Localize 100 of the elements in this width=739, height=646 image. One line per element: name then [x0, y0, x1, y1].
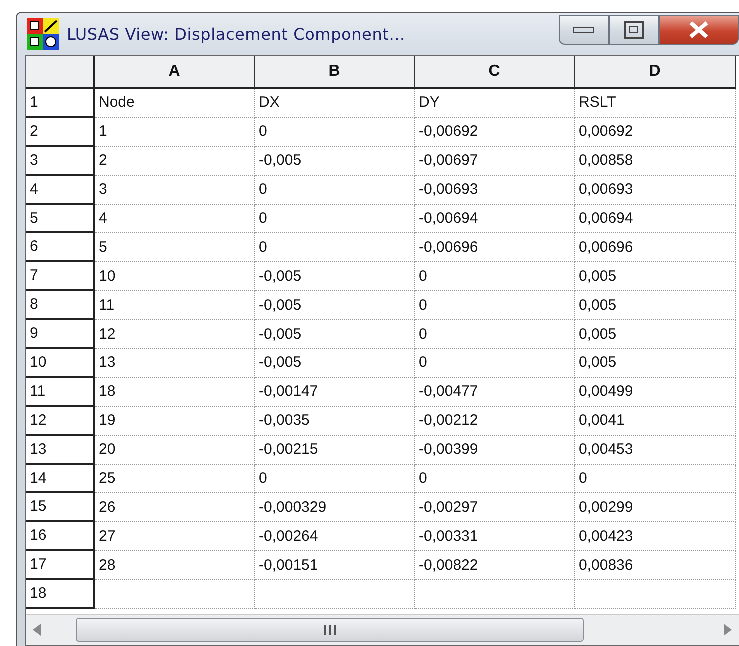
row-header[interactable]: 14 — [26, 464, 95, 494]
table-cell: -0,00696 — [415, 233, 575, 262]
table-cell: 19 — [95, 406, 255, 436]
table-cell: -0,00399 — [415, 436, 575, 465]
row-header[interactable]: 10 — [26, 349, 95, 378]
table-cell: RSLT — [575, 89, 736, 118]
table-cell: 0,005 — [575, 349, 736, 378]
table-cell: 0 — [415, 464, 575, 494]
table-cell: 0,00299 — [575, 493, 736, 522]
table-cell: 27 — [95, 522, 255, 552]
row-header[interactable]: 18 — [26, 580, 95, 610]
table-cell: -0,00297 — [415, 493, 575, 522]
grip-icon — [323, 624, 337, 636]
table-cell: -0,005 — [255, 320, 415, 350]
table-cell: 10 — [95, 262, 255, 292]
row-header[interactable]: 12 — [26, 406, 95, 436]
table-cell: -0,00264 — [255, 522, 415, 552]
table-cell: 4 — [95, 204, 255, 234]
table-cell: 20 — [95, 436, 255, 465]
table-cell: 5 — [95, 233, 255, 262]
table-cell: 0,00694 — [575, 204, 736, 234]
table-cell: -0,00151 — [255, 551, 415, 580]
table-cell: 28 — [95, 551, 255, 580]
table-cell: 0,005 — [575, 320, 736, 350]
maximize-icon — [624, 21, 644, 39]
table-cell: 0,00692 — [575, 118, 736, 147]
row-header[interactable]: 9 — [26, 320, 95, 350]
table-cell: 0 — [415, 262, 575, 292]
minimize-button[interactable] — [559, 15, 609, 45]
table-cell: -0,000329 — [255, 493, 415, 522]
column-header[interactable]: B — [255, 56, 415, 89]
row-header[interactable]: 1 — [26, 89, 95, 118]
row-header[interactable]: 13 — [26, 436, 95, 465]
table-cell: -0,00212 — [415, 406, 575, 436]
table-cell: -0,005 — [255, 262, 415, 292]
horizontal-scrollbar[interactable] — [26, 614, 739, 645]
table-cell: 0 — [255, 233, 415, 262]
table-cell: -0,00331 — [415, 522, 575, 552]
table-cell: -0,00694 — [415, 204, 575, 234]
row-header[interactable]: 4 — [26, 176, 95, 205]
row-header[interactable]: 3 — [26, 146, 95, 176]
table-cell: 0 — [575, 464, 736, 494]
app-logo-icon — [27, 18, 59, 50]
row-header[interactable]: 5 — [26, 204, 95, 234]
scrollbar-thumb[interactable] — [76, 618, 584, 642]
row-header[interactable]: 2 — [26, 118, 95, 147]
table-cell: -0,00822 — [415, 551, 575, 580]
table-cell: 0 — [255, 176, 415, 205]
column-header[interactable]: A — [95, 56, 255, 89]
table-cell: DX — [255, 89, 415, 118]
table-cell: 26 — [95, 493, 255, 522]
row-header[interactable]: 6 — [26, 233, 95, 262]
table-cell: -0,005 — [255, 146, 415, 176]
table-cell: -0,0035 — [255, 406, 415, 436]
table-cell: 25 — [95, 464, 255, 494]
row-header[interactable]: 11 — [26, 378, 95, 407]
table-cell: 0,005 — [575, 291, 736, 320]
table-cell: 0,00453 — [575, 436, 736, 465]
table-cell: 0,00858 — [575, 146, 736, 176]
table-cell: 2 — [95, 146, 255, 176]
table-cell: -0,00692 — [415, 118, 575, 147]
table-cell: -0,00477 — [415, 378, 575, 407]
table-cell: 0 — [255, 118, 415, 147]
table-cell: 0,00499 — [575, 378, 736, 407]
table-cell: 11 — [95, 291, 255, 320]
corner-header — [26, 56, 95, 89]
table-cell: DY — [415, 89, 575, 118]
window-title: LUSAS View: Displacement Component... — [67, 24, 406, 44]
row-header[interactable]: 7 — [26, 262, 95, 292]
table-cell: 0,00696 — [575, 233, 736, 262]
table-cell: 12 — [95, 320, 255, 350]
table-cell: 0 — [255, 204, 415, 234]
table-cell: 0 — [415, 320, 575, 350]
row-header[interactable]: 17 — [26, 551, 95, 580]
table-cell: 0 — [415, 349, 575, 378]
table-cell: -0,00693 — [415, 176, 575, 205]
row-header[interactable]: 15 — [26, 493, 95, 522]
table-cell: 0,00423 — [575, 522, 736, 552]
table-cell: 0,00836 — [575, 551, 736, 580]
table-cell: 18 — [95, 378, 255, 407]
table-cell: 0,00693 — [575, 176, 736, 205]
table-cell: -0,00697 — [415, 146, 575, 176]
scroll-right-icon[interactable] — [723, 623, 733, 637]
column-header[interactable]: C — [415, 56, 575, 89]
table-cell: 0,005 — [575, 262, 736, 292]
table-cell: 0,0041 — [575, 406, 736, 436]
table-cell: 3 — [95, 176, 255, 205]
close-button[interactable] — [659, 15, 739, 45]
maximize-button[interactable] — [609, 15, 659, 45]
table-cell: 0 — [255, 464, 415, 494]
close-icon — [688, 21, 710, 39]
column-header[interactable]: D — [575, 56, 736, 89]
table-cell: -0,005 — [255, 349, 415, 378]
table-cell: 0 — [415, 291, 575, 320]
minimize-icon — [573, 25, 595, 35]
row-header[interactable]: 8 — [26, 291, 95, 320]
table-cell: -0,00147 — [255, 378, 415, 407]
scroll-left-icon[interactable] — [32, 623, 42, 637]
row-header[interactable]: 16 — [26, 522, 95, 552]
table-cell: -0,005 — [255, 291, 415, 320]
